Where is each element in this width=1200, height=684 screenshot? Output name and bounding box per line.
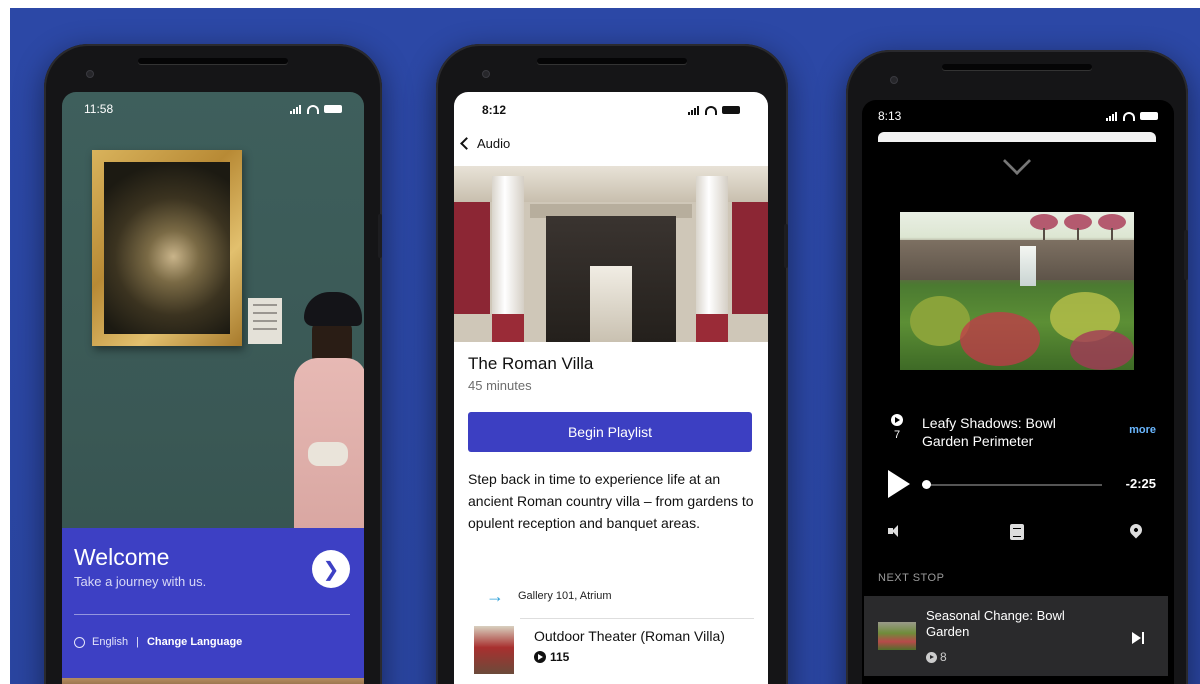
battery-icon [324, 105, 342, 113]
battery-icon [722, 106, 740, 114]
begin-playlist-button[interactable]: Begin Playlist [468, 412, 752, 452]
stop-number-row: 115 [534, 650, 569, 664]
next-stop-label: NEXT STOP [878, 572, 945, 584]
chevron-left-icon [460, 137, 473, 150]
location-pin-icon[interactable] [1127, 521, 1145, 539]
wifi-icon [307, 104, 319, 114]
sheet-handle[interactable] [878, 132, 1156, 142]
play-circle-icon [926, 651, 937, 663]
skip-next-icon[interactable] [1132, 632, 1146, 644]
divider [74, 614, 350, 615]
track-number: 7 [893, 429, 901, 441]
welcome-title: Welcome [74, 544, 170, 570]
arrow-right-icon: → [486, 585, 504, 606]
volume-icon[interactable] [888, 524, 902, 538]
signal-icon [290, 104, 302, 114]
play-circle-icon [534, 651, 546, 663]
app-showcase: 11:58 Welcome Take a journey with us. ❯ [0, 0, 1200, 684]
status-bar: 8:13 [862, 100, 1174, 132]
language-row: English | Change Language [74, 636, 242, 648]
painting-image [92, 150, 242, 346]
wall-placard-image [248, 298, 282, 344]
status-time: 8:13 [878, 109, 902, 123]
tour-detail-screen: 8:12 Audio The Roman Villa 45 minutes Be… [454, 92, 768, 684]
status-bar: 8:12 [454, 92, 768, 128]
phone-welcome: 11:58 Welcome Take a journey with us. ❯ [44, 44, 382, 684]
transcript-icon[interactable] [1010, 524, 1024, 540]
progress-handle[interactable] [921, 480, 931, 489]
back-label: Audio [477, 136, 511, 151]
tour-duration: 45 minutes [468, 378, 532, 393]
phone-player: 8:13 7 Leafy Shadows: Bowl Garden Perime… [846, 50, 1188, 684]
signal-icon [1106, 111, 1118, 121]
next-stop-number: 8 [940, 650, 947, 664]
welcome-subtitle: Take a journey with us. [74, 574, 207, 589]
battery-icon [1140, 112, 1158, 120]
phone-speaker [537, 58, 687, 64]
side-button [784, 224, 788, 268]
next-stop-thumbnail [878, 622, 916, 650]
phone-camera [86, 70, 94, 78]
phone-tour-detail: 8:12 Audio The Roman Villa 45 minutes Be… [436, 44, 788, 684]
stop-item-outdoor-theater[interactable]: Outdoor Theater (Roman Villa) 115 [468, 626, 754, 680]
next-stop-number-row: 8 [926, 650, 947, 664]
player-screen: 8:13 7 Leafy Shadows: Bowl Garden Perime… [862, 100, 1174, 684]
villa-hero-image [454, 166, 768, 342]
welcome-screen: 11:58 Welcome Take a journey with us. ❯ [62, 92, 364, 684]
status-time: 11:58 [84, 102, 114, 116]
play-button[interactable] [888, 470, 910, 498]
stop-name: Outdoor Theater (Roman Villa) [534, 628, 725, 644]
tour-description: Step back in time to experience life at … [468, 471, 754, 531]
play-circle-icon [891, 414, 903, 426]
tour-title: The Roman Villa [468, 354, 594, 373]
signal-icon [688, 105, 700, 115]
wifi-icon [1123, 111, 1135, 121]
more-link[interactable]: more [1129, 424, 1156, 436]
visitor-image [294, 292, 364, 532]
phone-speaker [138, 58, 288, 64]
track-title: Leafy Shadows: Bowl Garden Perimeter [922, 415, 1056, 449]
progress-bar[interactable] [922, 484, 1102, 486]
phone-camera [890, 76, 898, 84]
back-button[interactable]: Audio [460, 136, 511, 151]
side-button [1184, 230, 1188, 280]
globe-icon [74, 636, 85, 648]
phone-camera [482, 70, 490, 78]
change-language-link[interactable]: Change Language [147, 636, 242, 648]
stop-location: Gallery 101, Atrium [518, 590, 612, 602]
stop-thumbnail [474, 626, 514, 674]
time-remaining: -2:25 [1125, 476, 1156, 491]
chevron-down-icon[interactable] [1002, 146, 1032, 176]
next-stop-title: Seasonal Change: Bowl Garden [926, 608, 1065, 639]
status-time: 8:12 [482, 103, 507, 117]
stop-item-location[interactable]: → Gallery 101, Atrium [468, 578, 754, 614]
floor-image [62, 678, 364, 684]
language-separator: | [136, 636, 139, 648]
garden-artwork-image [900, 212, 1134, 370]
phone-speaker [942, 64, 1092, 70]
chevron-right-icon: ❯ [322, 558, 340, 581]
welcome-panel: Welcome Take a journey with us. ❯ Englis… [62, 528, 364, 678]
divider [520, 618, 754, 619]
side-button [378, 214, 382, 258]
current-language: English [92, 636, 129, 648]
stop-number: 115 [550, 650, 570, 664]
wifi-icon [705, 105, 717, 115]
track-number-badge: 7 [890, 414, 904, 441]
status-bar: 11:58 [62, 92, 364, 126]
start-button[interactable]: ❯ [312, 550, 350, 588]
next-stop-card[interactable]: Seasonal Change: Bowl Garden 8 [864, 596, 1168, 676]
